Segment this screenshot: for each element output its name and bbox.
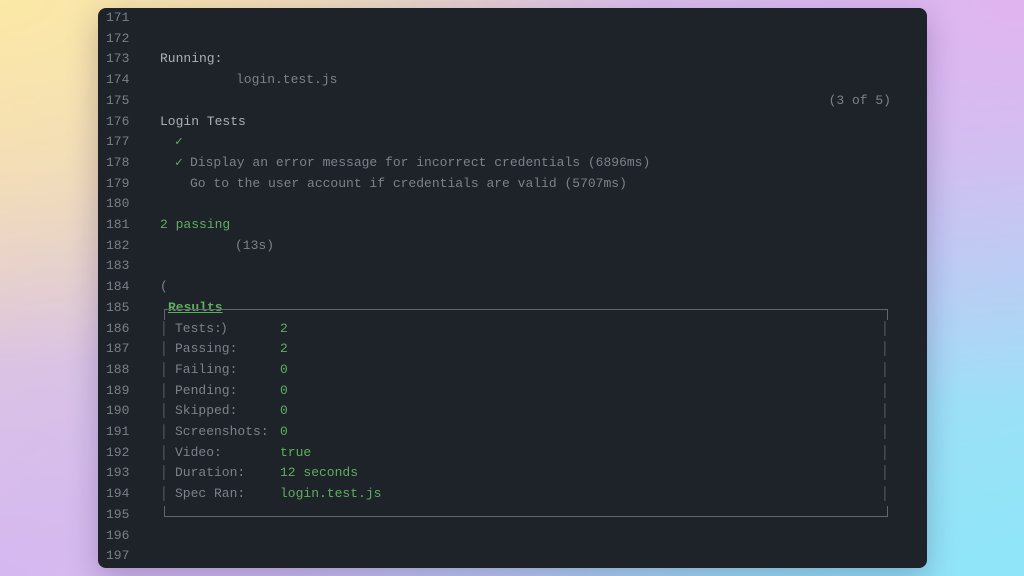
line-number-row: 196 [98, 526, 927, 547]
table-border-left: │ [160, 444, 168, 460]
results-row-value: 2 [280, 320, 288, 336]
results-row-label: Failing: [175, 361, 238, 377]
results-table-row: │ Video: true │ [98, 443, 927, 464]
line-number: 195 [106, 506, 130, 522]
results-table-row: │ Passing: 2 │ [98, 339, 927, 360]
results-table-row: │ Pending: 0 │ [98, 381, 927, 402]
table-border-right: │ [881, 382, 889, 398]
results-row-value: true [280, 444, 312, 460]
table-border-left: │ [160, 486, 168, 502]
results-table-row: │ Failing: 0 │ [98, 360, 927, 381]
results-row-label: Skipped: [175, 403, 238, 419]
results-row-label: Video: [175, 444, 222, 460]
results-table-row: │ Tests: 2 │ [98, 319, 927, 340]
suite-title-line: Login Tests [98, 91, 927, 129]
results-heading-line: ( Results ) [98, 256, 927, 335]
table-border-left: │ [160, 424, 168, 439]
table-border-right: │ [881, 320, 889, 336]
results-row-value: 12 seconds [280, 465, 359, 481]
results-table-row: │ Screenshots: 0 │ [98, 422, 927, 443]
line-number: 196 [106, 527, 130, 543]
line-number: 171 [106, 10, 130, 25]
test-result-text: Display an error message for incorrect c… [190, 154, 651, 170]
results-table-row: │ Spec Ran: login.test.js │ [98, 484, 927, 505]
table-border-left: │ [160, 361, 168, 377]
check-icon: ✓ [175, 154, 183, 170]
results-row-label: Screenshots: [175, 424, 269, 439]
running-file: login.test.js [236, 72, 338, 88]
results-row-value: 0 [280, 424, 288, 439]
results-open-paren: ( [160, 279, 168, 295]
passing-duration: (13s) [235, 237, 275, 253]
table-border-right: │ [881, 341, 889, 357]
results-row-label: Passing: [175, 341, 238, 357]
line-number-row: 184 [98, 277, 927, 298]
test-result-row: ✓ Display an error message for incorrect… [98, 112, 927, 170]
line-number-row: 182 [98, 236, 927, 257]
table-border-left: │ [160, 465, 168, 481]
results-row-value: 0 [280, 361, 288, 377]
passing-summary-line: 2 passing (13s) [98, 194, 927, 253]
running-line: Running: login.test.js (3 of 5) [98, 29, 927, 107]
table-border-right: │ [881, 465, 889, 481]
test-result-text: Go to the user account if credentials ar… [190, 175, 627, 191]
table-border-right: │ [881, 424, 889, 439]
results-table-row: │ Skipped: 0 │ [98, 401, 927, 422]
line-number: 197 [106, 548, 130, 564]
results-row-value: 0 [280, 382, 288, 398]
table-border-left: │ [160, 382, 168, 398]
results-row-label: Pending: [175, 382, 238, 398]
results-row-value: 2 [280, 341, 288, 357]
results-row-label: Tests: [175, 320, 222, 336]
terminal-window: 197 196 195 194 193 192 191 190 189 188 187 186 185 1… [98, 8, 927, 568]
passing-count: 2 passing [160, 217, 231, 232]
table-border-left: │ [160, 403, 168, 419]
line-number-row: 197 [98, 546, 927, 567]
results-row-label: Duration: [175, 465, 246, 481]
table-border-right: │ [881, 361, 889, 377]
table-border-right: │ [881, 403, 889, 419]
line-number-row: 174 [98, 70, 927, 91]
line-number-row: 171 [98, 8, 927, 29]
results-row-value: login.test.js [280, 486, 382, 502]
results-table-row: │ Duration: 12 seconds │ [98, 463, 927, 484]
running-label: Running: [160, 51, 223, 67]
table-border-right: │ [881, 486, 889, 502]
table-border-left: │ [160, 320, 168, 336]
results-row-label: Spec Ran: [175, 486, 246, 502]
table-border-right: │ [881, 444, 889, 460]
results-box-bottom [164, 505, 888, 517]
table-border-left: │ [160, 341, 168, 357]
results-row-value: 0 [280, 403, 288, 419]
test-result-row: ✓ Go to the user account if credentials … [98, 132, 927, 191]
